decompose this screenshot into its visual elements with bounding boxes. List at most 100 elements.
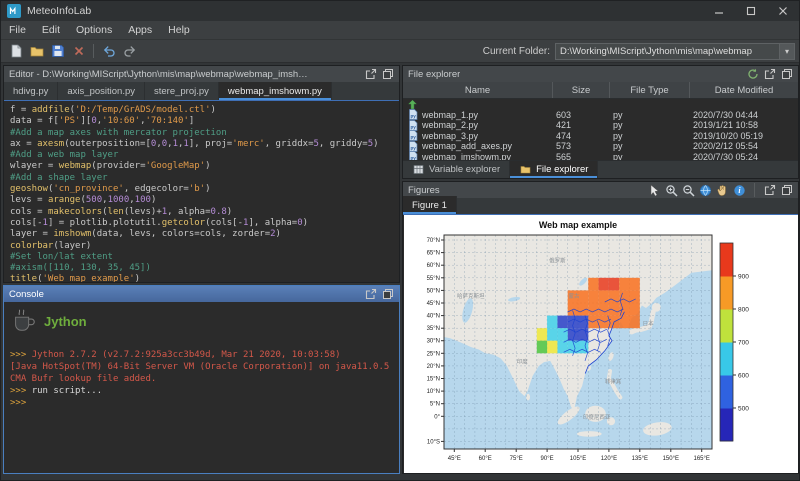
app-window: MeteoInfoLab FileEditOptionsAppsHelp Cur… [0, 0, 800, 481]
jython-logo-text: Jython [44, 316, 87, 328]
console-panel: Console Jython >>> Jython 2.7.2 (v2.7.2:… [3, 285, 400, 474]
svg-text:500: 500 [738, 406, 749, 413]
file-explorer-title: File explorer [408, 69, 460, 80]
select-icon[interactable] [648, 184, 661, 197]
open-folder-icon[interactable] [27, 42, 46, 61]
svg-text:55°N: 55°N [427, 276, 440, 282]
code-line: ax = axesm(outerposition=[0,0,1,1], proj… [10, 139, 399, 150]
info-icon[interactable]: i [733, 184, 746, 197]
editor-tab-stere_proj.py[interactable]: stere_proj.py [145, 82, 219, 100]
tab-variable-explorer[interactable]: Variable explorer [403, 161, 510, 178]
file-modified-cell: 2020/7/30 04:44 [690, 110, 798, 120]
code-line: cols = makecolors(len(levs)+1, alpha=0.8… [10, 207, 399, 218]
zoom-in-icon[interactable] [665, 184, 678, 197]
minimize-button[interactable] [703, 1, 735, 21]
figure-canvas[interactable]: 俄罗斯哈萨克斯坦蒙古日本印度菲律宾印度尼西亚Web map example45°… [404, 215, 797, 472]
svg-text:35°N: 35°N [427, 326, 440, 332]
current-folder-combo[interactable]: D:\Working\MIScript\Jython\mis\map\webma… [555, 43, 795, 60]
tab-file-explorer[interactable]: File explorer [510, 161, 598, 178]
file-type-cell: py [610, 110, 690, 120]
menu-apps[interactable]: Apps [120, 24, 160, 36]
code-line: wlayer = webmap(provider='GoogleMap') [10, 161, 399, 172]
py-file-icon[interactable]: py [406, 150, 419, 160]
float-panel-icon[interactable] [381, 68, 394, 81]
file-table-header: NameSizeFile TypeDate Modified [403, 82, 798, 99]
close-button[interactable] [767, 1, 799, 21]
file-type-cell: py [610, 152, 690, 160]
dropdown-arrow-icon[interactable]: ▾ [779, 44, 794, 59]
code-line: title('Web map example') [10, 274, 399, 282]
editor-tab-bar: hdivg.pyaxis_position.pystere_proj.pyweb… [4, 82, 399, 101]
svg-text:800: 800 [738, 307, 749, 314]
table-icon[interactable] [412, 163, 425, 176]
float-panel-icon[interactable] [780, 68, 793, 81]
svg-text:700: 700 [738, 340, 749, 347]
column-header-date-modified[interactable]: Date Modified [690, 82, 798, 98]
editor-panel-title: Editor - D:\Working\MIScript\Jython\mis\… [9, 69, 309, 80]
svg-text:菲律宾: 菲律宾 [605, 378, 622, 386]
code-line: #Set lon/lat extent [10, 252, 399, 263]
column-header-name[interactable]: Name [403, 82, 553, 98]
maximize-panel-icon[interactable] [364, 68, 377, 81]
undo-icon[interactable] [99, 42, 118, 61]
float-panel-icon[interactable] [381, 288, 394, 301]
svg-text:10°S: 10°S [427, 439, 440, 445]
menu-options[interactable]: Options [68, 24, 120, 36]
explorer-tab-bar: Variable explorerFile explorer [403, 160, 798, 178]
code-editor[interactable]: f = addfile('D:/Temp/GrADS/model.ctl')da… [4, 102, 399, 282]
file-size-cell: 421 [553, 120, 610, 130]
code-line: geoshow('cn_province', edgecolor='b') [10, 184, 399, 195]
svg-text:俄罗斯: 俄罗斯 [549, 257, 566, 265]
editor-tab-hdivg.py[interactable]: hdivg.py [4, 82, 58, 100]
svg-text:哈萨克斯坦: 哈萨克斯坦 [457, 292, 485, 300]
float-panel-icon[interactable] [780, 184, 793, 197]
code-line: #Add a shape layer [10, 173, 399, 184]
editor-panel-header: Editor - D:\Working\MIScript\Jython\mis\… [4, 66, 399, 82]
file-explorer-header: File explorer [403, 66, 798, 82]
svg-text:105°E: 105°E [570, 456, 586, 462]
file-size-cell: 474 [553, 131, 610, 141]
maximize-panel-icon[interactable] [763, 68, 776, 81]
file-type-cell: py [610, 120, 690, 130]
svg-text:印度: 印度 [517, 357, 529, 365]
file-explorer-panel: File explorer NameSizeFile TypeDate Modi… [402, 65, 799, 179]
maximize-button[interactable] [735, 1, 767, 21]
close-file-icon[interactable] [69, 42, 88, 61]
menu-help[interactable]: Help [160, 24, 198, 36]
pan-icon[interactable] [716, 184, 729, 197]
menu-edit[interactable]: Edit [34, 24, 68, 36]
code-line: #axism([110, 130, 35, 45]) [10, 263, 399, 274]
file-modified-cell: 2019/10/20 05:19 [690, 131, 798, 141]
maximize-panel-icon[interactable] [763, 184, 776, 197]
file-modified-cell: 2019/1/21 10:58 [690, 120, 798, 130]
redo-icon[interactable] [120, 42, 139, 61]
file-type-cell: py [610, 131, 690, 141]
folder-small-icon[interactable] [519, 163, 532, 176]
column-header-file-type[interactable]: File Type [610, 82, 690, 98]
globe-icon[interactable] [699, 184, 712, 197]
window-title: MeteoInfoLab [27, 5, 91, 17]
console-line: CMA Bufr lookup file added. [10, 373, 393, 385]
tab-figure-1[interactable]: Figure 1 [403, 196, 457, 214]
jython-logo: Jython [10, 307, 393, 337]
maximize-panel-icon[interactable] [364, 288, 377, 301]
refresh-icon[interactable] [746, 68, 759, 81]
new-file-icon[interactable] [6, 42, 25, 61]
zoom-out-icon[interactable] [682, 184, 695, 197]
console-output[interactable]: Jython >>> Jython 2.7.2 (v2.7.2:925a3cc3… [4, 302, 399, 473]
table-row[interactable]: pywebmap_imshowm.py565py2020/7/30 05:24 [403, 152, 798, 161]
current-folder-label: Current Folder: [483, 46, 550, 57]
svg-text:50°N: 50°N [427, 288, 440, 294]
svg-text:900: 900 [738, 274, 749, 281]
menu-bar: FileEditOptionsAppsHelp [1, 21, 799, 40]
figures-panel-header: Figures i [403, 182, 798, 198]
column-header-size[interactable]: Size [553, 82, 610, 98]
menu-file[interactable]: File [1, 24, 34, 36]
editor-tab-webmap_imshowm.py[interactable]: webmap_imshowm.py [219, 82, 332, 100]
save-icon[interactable] [48, 42, 67, 61]
svg-text:75°E: 75°E [510, 456, 523, 462]
file-size-cell: 573 [553, 141, 610, 151]
editor-tab-axis_position.py[interactable]: axis_position.py [58, 82, 145, 100]
figures-tab-bar: Figure 1 [403, 198, 798, 215]
svg-text:135°E: 135°E [632, 456, 648, 462]
